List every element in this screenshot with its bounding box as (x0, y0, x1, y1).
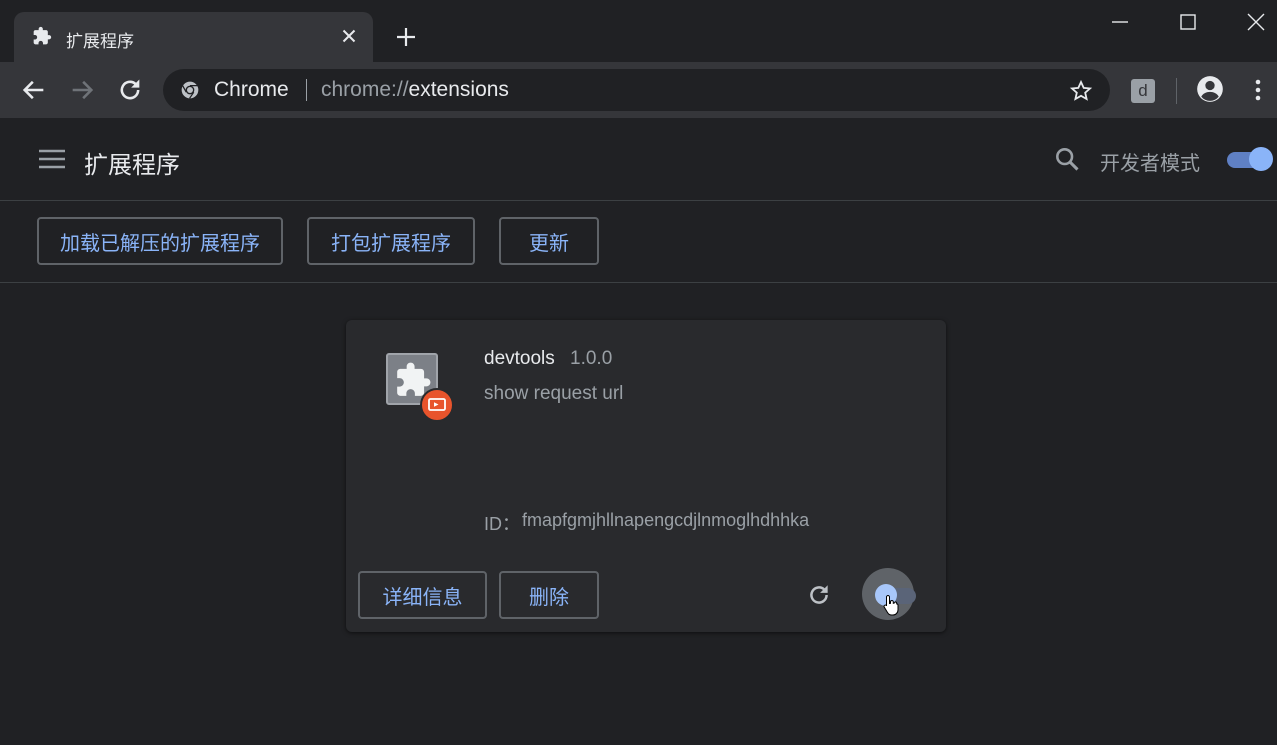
extension-card: devtools 1.0.0 show request url ID： fmap… (346, 320, 946, 632)
update-button[interactable]: 更新 (499, 217, 599, 265)
chrome-logo-icon (181, 81, 199, 99)
tab-title: 扩展程序 (66, 32, 134, 51)
hand-cursor-icon (883, 594, 899, 616)
extension-id-label: ID： (484, 514, 520, 534)
profile-avatar-icon[interactable] (1196, 75, 1224, 103)
bookmark-star-icon[interactable] (1069, 79, 1093, 103)
hamburger-menu-icon[interactable] (38, 148, 66, 170)
extension-name: devtools (484, 348, 555, 369)
address-bar[interactable]: Chrome chrome://extensions (163, 69, 1110, 111)
puzzle-icon (33, 26, 52, 45)
extension-version: 1.0.0 (570, 348, 613, 369)
pack-extension-button[interactable]: 打包扩展程序 (307, 217, 475, 265)
forward-arrow-icon[interactable] (68, 76, 96, 104)
dev-mode-label: 开发者模式 (1100, 153, 1200, 175)
toolbar-separator (1176, 78, 1177, 104)
developer-actions-bar: 加载已解压的扩展程序 打包扩展程序 更新 (0, 202, 1277, 283)
page-title: 扩展程序 (84, 152, 180, 179)
extension-description: show request url (484, 383, 624, 404)
close-icon[interactable] (338, 25, 360, 47)
extension-action-button[interactable]: d (1131, 79, 1155, 103)
extensions-header: 扩展程序 开发者模式 (0, 118, 1277, 201)
dev-mode-toggle[interactable] (1227, 147, 1273, 171)
toggle-knob (1249, 147, 1273, 171)
load-unpacked-button[interactable]: 加载已解压的扩展程序 (37, 217, 283, 265)
reload-icon[interactable] (116, 76, 144, 104)
new-tab-plus-icon[interactable] (394, 25, 418, 49)
url-text: chrome://extensions (321, 78, 509, 101)
remove-button[interactable]: 删除 (499, 571, 599, 619)
search-icon[interactable] (1053, 145, 1081, 173)
site-name: Chrome (214, 78, 289, 101)
more-menu-icon[interactable] (1246, 76, 1270, 104)
browser-toolbar: Chrome chrome://extensions d (0, 62, 1277, 118)
minimize-icon[interactable] (1108, 10, 1132, 34)
title-bar: 扩展程序 (0, 0, 1277, 62)
unpacked-badge-icon (420, 388, 454, 422)
maximize-icon[interactable] (1176, 10, 1200, 34)
window-close-icon[interactable] (1244, 10, 1268, 34)
extension-id: fmapfgmjhllnapengcdjlnmoglhdhhka (522, 510, 810, 530)
omnibox-separator (306, 79, 307, 101)
reload-extension-icon[interactable] (806, 582, 832, 608)
tab-extensions[interactable]: 扩展程序 (14, 12, 373, 62)
back-arrow-icon[interactable] (20, 76, 48, 104)
details-button[interactable]: 详细信息 (358, 571, 487, 619)
